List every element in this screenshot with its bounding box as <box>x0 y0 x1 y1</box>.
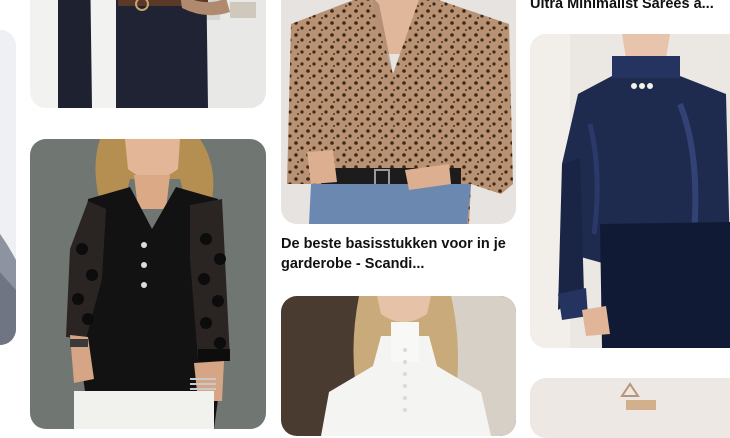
pin-image-white-blouse[interactable] <box>281 296 516 436</box>
pin-title-leopard[interactable]: De beste basisstukken voor in je gardero… <box>281 234 513 274</box>
leopard-blouse-photo <box>281 0 516 224</box>
jeans-photo <box>30 0 266 108</box>
white-blouse-photo <box>281 296 516 436</box>
pin-image-partial-left[interactable] <box>0 30 16 345</box>
pin-image-black-blouse[interactable] <box>30 139 266 429</box>
pin-image-navy-blouse[interactable] <box>530 34 730 348</box>
bottom-right-photo <box>530 378 730 438</box>
pin-image-jeans[interactable] <box>30 0 266 108</box>
pin-title-sarees[interactable]: Ultra Minimalist Sarees a... <box>530 0 730 14</box>
navy-blouse-photo <box>530 34 730 348</box>
black-blouse-photo <box>30 139 266 429</box>
pin-image-leopard-blouse[interactable] <box>281 0 516 224</box>
pin-image-bottom-right[interactable] <box>530 378 730 438</box>
partial-left-image <box>0 30 16 345</box>
